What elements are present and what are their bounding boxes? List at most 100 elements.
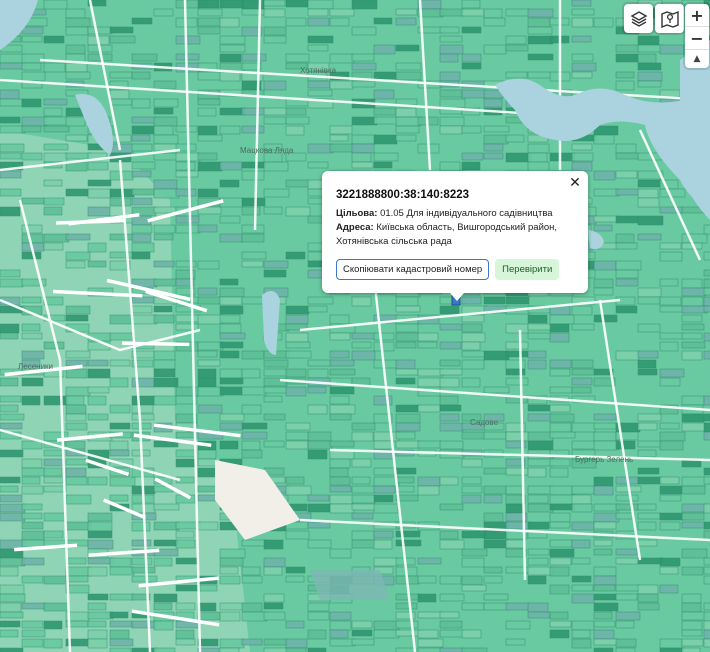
zoom-out-button[interactable]: − bbox=[685, 26, 709, 49]
parcel bbox=[0, 566, 19, 577]
cadastral-map[interactable] bbox=[0, 0, 710, 652]
parcel bbox=[21, 71, 46, 82]
parcel bbox=[197, 125, 218, 136]
parcel bbox=[65, 152, 92, 160]
parcel bbox=[241, 206, 261, 216]
parcel bbox=[263, 611, 286, 621]
parcel bbox=[637, 503, 657, 511]
popup-close-button[interactable]: ✕ bbox=[566, 174, 584, 192]
parcel bbox=[417, 476, 441, 487]
parcel bbox=[505, 638, 526, 646]
parcel bbox=[131, 134, 151, 142]
parcel bbox=[571, 161, 593, 172]
parcel bbox=[615, 233, 635, 244]
parcel bbox=[219, 422, 244, 431]
parcel bbox=[571, 575, 592, 583]
parcel bbox=[593, 278, 614, 289]
parcel bbox=[43, 62, 66, 73]
parcel bbox=[483, 296, 506, 305]
parcel bbox=[219, 611, 241, 622]
parcel bbox=[329, 629, 349, 639]
parcel bbox=[417, 332, 439, 342]
parcel bbox=[131, 620, 157, 629]
parcel bbox=[527, 350, 547, 359]
layers-control[interactable] bbox=[624, 4, 653, 33]
zoom-in-button[interactable]: + bbox=[685, 4, 709, 26]
parcel bbox=[571, 368, 596, 376]
parcel bbox=[329, 80, 354, 90]
parcel bbox=[241, 107, 266, 116]
parcel bbox=[21, 503, 43, 511]
parcel bbox=[197, 386, 224, 397]
parcel bbox=[109, 647, 132, 652]
parcel bbox=[0, 476, 21, 484]
parcel bbox=[329, 413, 352, 421]
parcel bbox=[307, 440, 333, 450]
parcel bbox=[703, 602, 710, 611]
map-style-button[interactable] bbox=[655, 4, 684, 33]
parcel bbox=[175, 215, 200, 224]
parcel bbox=[87, 593, 109, 601]
map-label-town-left: Лесеники bbox=[18, 362, 54, 371]
parcel bbox=[593, 575, 617, 586]
parcel bbox=[263, 350, 290, 359]
parcel bbox=[21, 116, 48, 127]
parcel bbox=[571, 539, 591, 549]
parcel bbox=[175, 323, 199, 331]
parcel bbox=[593, 287, 614, 296]
parcel bbox=[21, 296, 42, 304]
parcel bbox=[307, 305, 328, 313]
parcel bbox=[593, 224, 613, 232]
parcel bbox=[461, 548, 488, 557]
parcel bbox=[703, 557, 710, 566]
parcel bbox=[505, 548, 527, 558]
parcel bbox=[197, 494, 217, 502]
parcel bbox=[131, 647, 157, 652]
parcel bbox=[593, 413, 617, 421]
parcel bbox=[131, 242, 155, 253]
parcel bbox=[131, 143, 153, 152]
parcel bbox=[153, 305, 173, 313]
parcel bbox=[263, 566, 283, 576]
parcel bbox=[417, 404, 441, 413]
parcel bbox=[351, 80, 376, 88]
parcel bbox=[263, 35, 287, 44]
map-label-place-right: Бургерь Зелень bbox=[575, 455, 634, 464]
parcel bbox=[219, 287, 245, 298]
parcel bbox=[329, 368, 356, 376]
parcel bbox=[505, 368, 526, 376]
parcel bbox=[373, 17, 393, 25]
parcel bbox=[87, 530, 113, 539]
parcel bbox=[87, 476, 108, 486]
parcel bbox=[87, 620, 107, 628]
parcel bbox=[197, 377, 217, 388]
parcel bbox=[373, 134, 398, 145]
parcel bbox=[637, 44, 664, 53]
parcel bbox=[505, 539, 525, 549]
parcel bbox=[109, 314, 133, 325]
check-button[interactable]: Перевірити bbox=[495, 259, 560, 280]
street bbox=[122, 341, 190, 347]
map-style-control[interactable] bbox=[655, 4, 684, 33]
parcel bbox=[43, 341, 65, 350]
copy-cadastral-button[interactable]: Скопіювати кадастровий номер bbox=[336, 259, 490, 280]
parcel bbox=[65, 413, 87, 422]
parcel bbox=[153, 233, 174, 241]
parcel bbox=[43, 206, 63, 216]
layers-button[interactable] bbox=[624, 4, 653, 33]
parcel bbox=[87, 368, 111, 379]
parcel bbox=[527, 521, 550, 530]
parcel bbox=[417, 575, 437, 584]
parcel bbox=[21, 458, 43, 469]
parcel bbox=[307, 494, 330, 502]
parcel bbox=[153, 503, 180, 511]
zoom-control[interactable]: + − ▲ bbox=[685, 4, 709, 68]
parcel bbox=[417, 611, 444, 619]
compass-button[interactable]: ▲ bbox=[685, 49, 709, 68]
parcel bbox=[329, 8, 355, 17]
parcel bbox=[131, 197, 153, 206]
parcel bbox=[659, 557, 681, 567]
parcel bbox=[263, 0, 286, 7]
parcel bbox=[219, 557, 244, 567]
parcel bbox=[263, 368, 288, 377]
